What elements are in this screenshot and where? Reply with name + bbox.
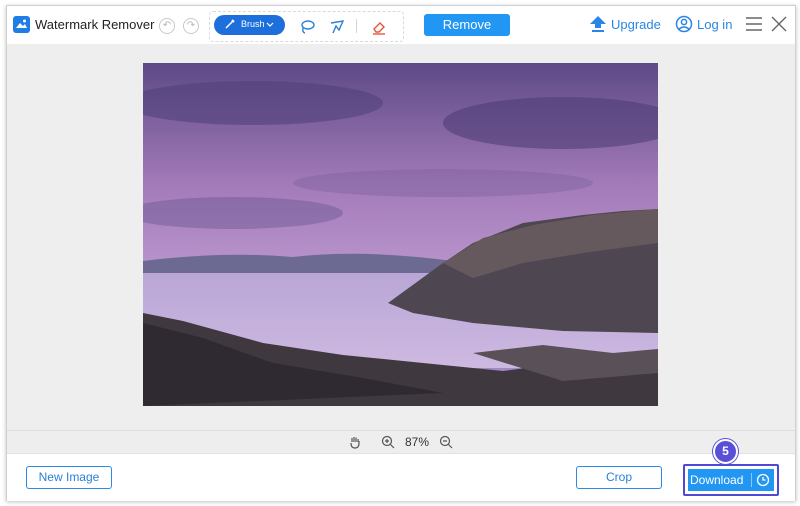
lasso-icon[interactable] — [298, 18, 316, 41]
download-highlight: Download — [683, 464, 779, 496]
polygonal-lasso-icon[interactable] — [328, 18, 346, 41]
close-icon[interactable] — [771, 16, 787, 37]
redo-icon[interactable]: ↷ — [183, 18, 199, 34]
zoom-in-icon[interactable] — [381, 435, 395, 454]
clock-icon[interactable] — [756, 473, 770, 490]
tool-divider — [356, 19, 357, 33]
upload-arrow-icon — [589, 15, 607, 36]
user-circle-icon — [675, 15, 693, 36]
remove-button[interactable]: Remove — [424, 14, 510, 36]
image-canvas[interactable] — [7, 44, 795, 430]
step-badge: 5 — [713, 439, 738, 464]
brush-label: Brush — [241, 19, 265, 29]
upgrade-label: Upgrade — [611, 17, 661, 32]
app-title: Watermark Remover — [35, 17, 155, 32]
hamburger-menu-icon[interactable] — [745, 16, 763, 37]
brush-tool-button[interactable]: Brush — [214, 15, 285, 35]
brush-icon — [224, 18, 236, 32]
new-image-button[interactable]: New Image — [26, 466, 112, 489]
download-label: Download — [690, 473, 744, 487]
crop-button[interactable]: Crop — [576, 466, 662, 489]
login-label: Log in — [697, 17, 733, 32]
zoom-value: 87% — [405, 435, 430, 449]
landscape-photo — [143, 63, 658, 406]
tool-group: Brush — [209, 11, 404, 42]
chevron-down-icon — [266, 20, 274, 30]
title-bar: Watermark Remover ↶ ↷ Brush Remove Upgra… — [7, 6, 795, 44]
zoom-out-icon[interactable] — [439, 435, 453, 454]
image-icon — [13, 16, 30, 33]
download-button[interactable]: Download — [688, 469, 774, 491]
footer-bar: New Image Crop Download — [7, 453, 795, 501]
download-divider — [751, 473, 752, 487]
app-window: Watermark Remover ↶ ↷ Brush Remove Upgra… — [6, 5, 796, 501]
zoom-bar: 87% — [7, 430, 795, 453]
hand-icon[interactable] — [348, 435, 362, 454]
undo-icon[interactable]: ↶ — [159, 18, 175, 34]
eraser-icon[interactable] — [370, 18, 388, 41]
